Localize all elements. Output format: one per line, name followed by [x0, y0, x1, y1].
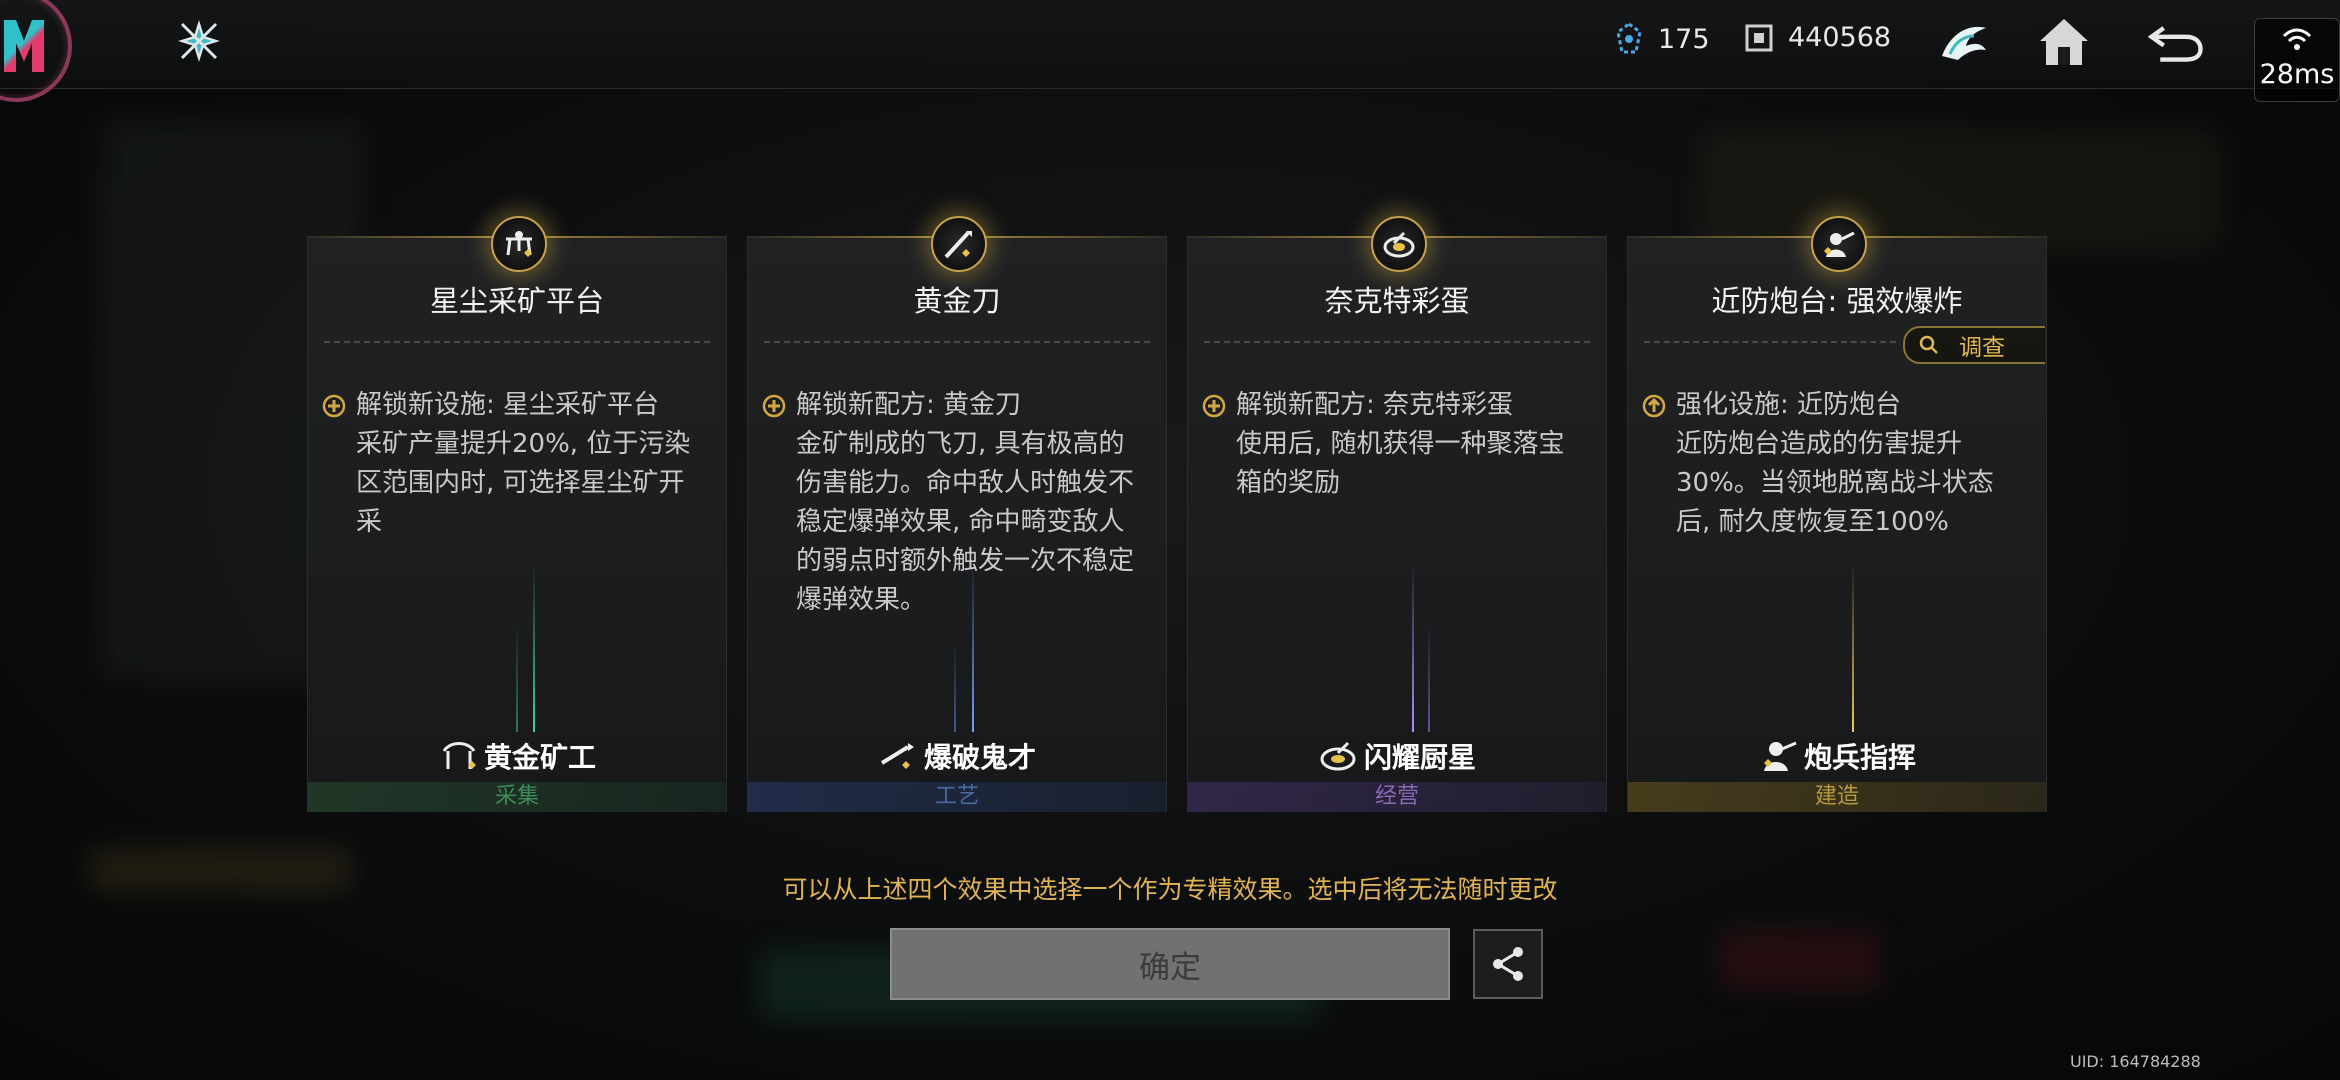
artillery-commander-icon	[1763, 741, 1797, 771]
trait-label: 闪耀厨星	[1188, 736, 1606, 776]
coin-counter: 440568	[1744, 22, 1891, 53]
card-light-beam	[1428, 622, 1430, 732]
demolition-icon	[880, 743, 914, 769]
trait-label: 炮兵指挥	[1628, 736, 2046, 776]
confirm-label: 确定	[1139, 949, 1201, 986]
category-label: 经营	[1374, 784, 1419, 809]
card-divider	[764, 341, 1150, 343]
golden-knife-icon	[931, 216, 987, 272]
crystal-counter: 175	[1614, 22, 1710, 56]
card-description: 解锁新配方: 黄金刀 金矿制成的飞刀, 具有极高的伤害能力。命中敌人时触发不稳定…	[796, 390, 1135, 615]
category-label: 工艺	[934, 784, 979, 809]
game-logo-icon[interactable]	[0, 0, 72, 102]
unlock-plus-icon	[762, 394, 786, 418]
home-icon	[2040, 19, 2088, 65]
background-blur	[1700, 130, 2220, 250]
background-blur	[90, 850, 350, 890]
card-category: 工艺	[748, 782, 1166, 812]
category-label: 采集	[494, 784, 539, 809]
coin-count: 440568	[1788, 22, 1892, 53]
card-title: 近防炮台: 强效爆炸	[1711, 284, 1963, 318]
confirm-button[interactable]: 确定	[890, 928, 1450, 1000]
card-title: 星尘采矿平台	[429, 284, 604, 318]
selection-hint: 可以从上述四个效果中选择一个作为专精效果。选中后将无法随时更改	[782, 875, 1558, 904]
share-icon	[1493, 947, 1523, 981]
crystal-icon	[1616, 22, 1642, 54]
egg-dish-icon	[1371, 216, 1427, 272]
wifi-icon	[2282, 28, 2312, 50]
card-divider	[1644, 341, 1896, 343]
card-light-beam	[954, 642, 956, 732]
card-title: 奈克特彩蛋	[1324, 284, 1470, 318]
card-light-beam	[972, 562, 974, 732]
crystal-count: 175	[1658, 23, 1710, 55]
card-title: 黄金刀	[913, 284, 1001, 318]
chef-star-icon	[1320, 741, 1356, 771]
card-description: 强化设施: 近防炮台 近防炮台造成的伤害提升30%。当领地脱离战斗状态后, 耐久…	[1676, 390, 1994, 537]
search-icon	[1919, 335, 1938, 354]
top-bar: 175 440568 28ms	[0, 0, 2340, 102]
wing-emblem-button[interactable]	[1936, 14, 1992, 70]
trait-name: 炮兵指挥	[1803, 741, 1916, 774]
effect-card-egg[interactable]: 奈克特彩蛋 解锁新配方: 奈克特彩蛋 使用后, 随机获得一种聚落宝箱的奖励 闪耀…	[1187, 216, 1607, 812]
effect-card-turret[interactable]: 近防炮台: 强效爆炸 强化设施: 近防炮台 近防炮台造成的伤害提升30%。当领地…	[1627, 216, 2047, 812]
card-divider	[1204, 341, 1590, 343]
card-divider	[324, 341, 710, 343]
unlock-plus-icon	[1202, 394, 1226, 418]
card-category: 采集	[308, 782, 726, 812]
mining-platform-icon	[491, 216, 547, 272]
latency-text: 28ms	[2259, 59, 2335, 90]
trait-name: 爆破鬼才	[923, 741, 1036, 774]
card-light-beam	[1412, 562, 1414, 732]
effect-card-golden-knife[interactable]: 黄金刀 解锁新配方: 黄金刀 金矿制成的飞刀, 具有极高的伤害能力。命中敌人时触…	[747, 216, 1167, 812]
wing-emblem-icon	[1942, 26, 1986, 60]
card-description: 解锁新设施: 星尘采矿平台 采矿产量提升20%, 位于污染区范围内时, 可选择星…	[356, 390, 691, 537]
investigate-button[interactable]: 调查	[1903, 326, 2045, 364]
unlock-plus-icon	[322, 394, 346, 418]
card-category: 经营	[1188, 782, 1606, 812]
back-button[interactable]	[2148, 14, 2204, 70]
card-light-beam	[533, 562, 535, 732]
back-icon	[2148, 26, 2203, 62]
investigate-label: 调查	[1959, 335, 2005, 361]
turret-icon	[1811, 216, 1867, 272]
card-light-beam	[1852, 562, 1854, 732]
trait-name: 黄金矿工	[483, 741, 596, 774]
upgrade-arrow-icon	[1642, 394, 1666, 418]
trait-label: 爆破鬼才	[748, 736, 1166, 776]
background-blur	[1720, 930, 1880, 990]
share-button[interactable]	[1473, 929, 1543, 999]
effect-card-mining[interactable]: 星尘采矿平台 解锁新设施: 星尘采矿平台 采矿产量提升20%, 位于污染区范围内…	[307, 216, 727, 812]
faction-emblem-icon	[178, 20, 220, 62]
trait-name: 闪耀厨星	[1363, 741, 1476, 774]
card-light-beam	[516, 622, 518, 732]
category-label: 建造	[1814, 784, 1859, 809]
coin-icon	[1745, 24, 1773, 51]
gold-miner-icon	[442, 742, 476, 769]
user-id: UID: 164784288	[2070, 1052, 2201, 1071]
home-button[interactable]	[2036, 14, 2092, 70]
trait-label: 黄金矿工	[308, 736, 726, 776]
card-category: 建造	[1628, 782, 2046, 812]
card-description: 解锁新配方: 奈克特彩蛋 使用后, 随机获得一种聚落宝箱的奖励	[1236, 390, 1565, 498]
network-latency: 28ms	[2254, 18, 2340, 102]
